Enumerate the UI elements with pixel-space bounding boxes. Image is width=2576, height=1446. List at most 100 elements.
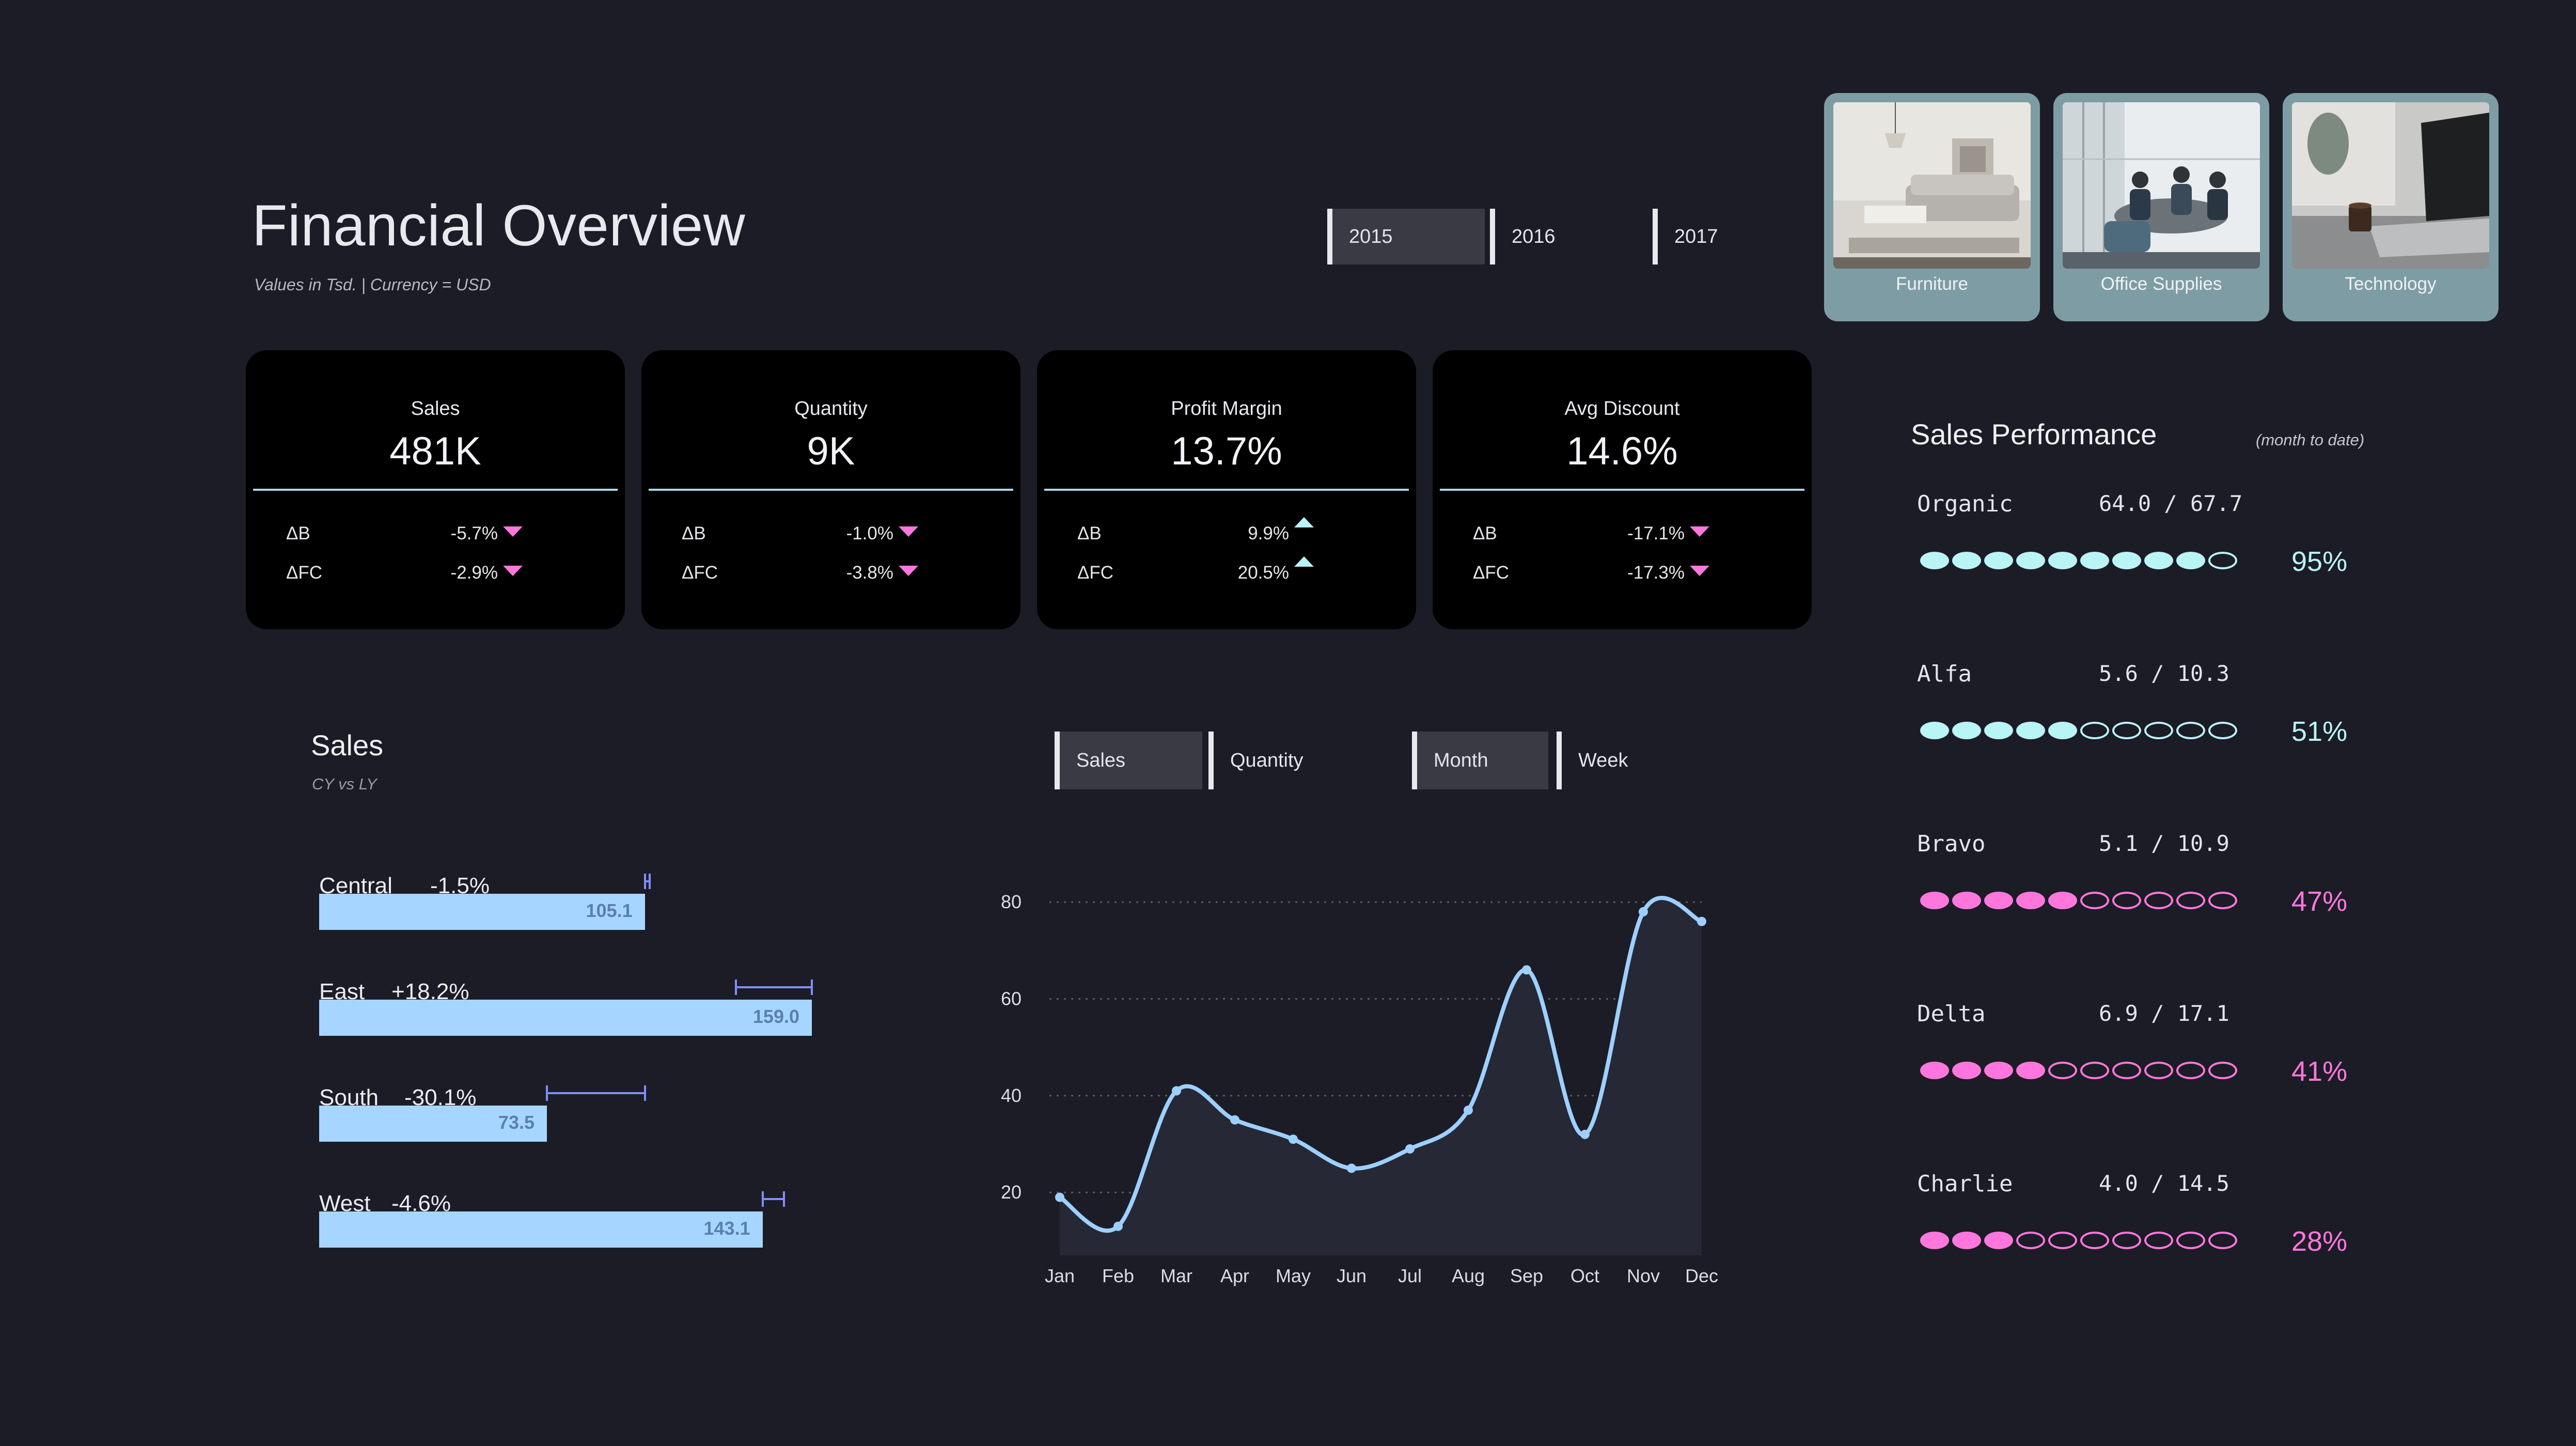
delta-label: ΔB xyxy=(682,523,706,543)
year-label: 2016 xyxy=(1512,225,1556,247)
performance-percent: 95% xyxy=(2291,546,2348,577)
progress-dot-filled xyxy=(2048,552,2077,569)
toggle-label: Week xyxy=(1578,749,1628,771)
progress-dot-empty xyxy=(2176,1062,2205,1079)
category-tile-furniture[interactable]: Furniture xyxy=(1824,93,2040,321)
kpi-title: Quantity xyxy=(794,398,868,419)
sales-region-subtitle: CY vs LY xyxy=(312,775,377,793)
performance-value: 5.1 / 10.9 xyxy=(2099,831,2229,856)
progress-dot-filled xyxy=(1984,722,2013,739)
progress-dots xyxy=(1920,722,2237,739)
kpi-card-sales: Sales 481K ΔB -5.7% ΔFC -2.9% xyxy=(246,350,625,629)
kpi-card-avg-discount: Avg Discount 14.6% ΔB -17.1% ΔFC -17.3% xyxy=(1433,350,1812,629)
performance-value: 64.0 / 67.7 xyxy=(2099,491,2243,516)
progress-dot-empty xyxy=(2144,1232,2173,1249)
progress-dot-filled xyxy=(1952,1232,1981,1249)
progress-dot-empty xyxy=(2112,1062,2141,1079)
triangle-up-icon xyxy=(1294,556,1315,581)
variance-cap xyxy=(783,1191,785,1207)
triangle-up-icon xyxy=(1294,517,1315,542)
progress-dot-empty xyxy=(2208,552,2237,569)
category-tile-technology[interactable]: Technology xyxy=(2283,93,2499,321)
variance-cap xyxy=(644,1085,647,1101)
progress-dot-filled xyxy=(2016,552,2045,569)
year-2015-button[interactable]: 2015 xyxy=(1327,209,1485,265)
category-label: Office Supplies xyxy=(2100,274,2222,294)
progress-dot-empty xyxy=(2112,722,2141,739)
progress-dot-empty xyxy=(2176,1232,2205,1249)
kpi-card-quantity: Quantity 9K ΔB -1.0% ΔFC -3.8% xyxy=(641,350,1020,629)
progress-dot-empty xyxy=(2144,892,2173,909)
triangle-down-icon xyxy=(503,566,524,581)
progress-dot-empty xyxy=(2176,722,2205,739)
performance-name: Delta xyxy=(1917,1001,1986,1027)
kpi-value: 14.6% xyxy=(1566,429,1678,473)
kpi-delta-budget: ΔB -1.0% xyxy=(682,523,919,549)
x-tick-label: Aug xyxy=(1452,1265,1485,1286)
progress-dot-filled xyxy=(1920,892,1949,909)
delta-value: -5.7% xyxy=(450,523,498,543)
category-tile-office-supplies[interactable]: Office Supplies xyxy=(2053,93,2269,321)
kpi-value: 481K xyxy=(389,429,481,473)
performance-name: Organic xyxy=(1917,491,2013,517)
progress-dot-filled xyxy=(2048,892,2077,909)
kpi-delta-forecast: ΔFC -2.9% xyxy=(286,563,524,588)
kpi-delta-budget: ΔB -17.1% xyxy=(1473,523,1710,549)
progress-dot-empty xyxy=(2080,722,2109,739)
chart-point xyxy=(1230,1115,1239,1125)
progress-dot-empty xyxy=(2080,1232,2109,1249)
progress-dot-filled xyxy=(1952,552,1981,569)
progress-dots xyxy=(1920,1062,2237,1079)
measure-quantity-toggle[interactable]: Quantity xyxy=(1208,732,1358,789)
progress-dot-filled xyxy=(1952,892,1981,909)
performance-percent: 41% xyxy=(2291,1056,2348,1087)
performance-name: Charlie xyxy=(1917,1171,2013,1197)
kpi-value: 9K xyxy=(807,429,855,473)
page-title: Financial Overview xyxy=(252,193,746,258)
progress-dot-filled xyxy=(2016,722,2045,739)
progress-dot-empty xyxy=(2016,1232,2045,1249)
chart-point xyxy=(1405,1144,1415,1154)
year-2017-button[interactable]: 2017 xyxy=(1653,209,1810,265)
progress-dot-empty xyxy=(2080,1062,2109,1079)
progress-dot-empty xyxy=(2112,1232,2141,1249)
variance-cap xyxy=(735,979,737,995)
progress-dot-empty xyxy=(2208,892,2237,909)
sales-trend-chart: 20 40 60 80 Jan Feb Mar Apr May Jun Jul Aug Sep Oct No… xyxy=(1001,891,1718,1286)
meeting-photo-icon xyxy=(2063,102,2260,269)
progress-dot-filled xyxy=(2080,552,2109,569)
period-month-toggle[interactable]: Month xyxy=(1412,732,1548,789)
progress-dot-filled xyxy=(1920,722,1949,739)
period-week-toggle[interactable]: Week xyxy=(1557,732,1691,789)
kpi-divider xyxy=(1044,489,1409,491)
progress-dot-filled xyxy=(2176,552,2205,569)
progress-dot-empty xyxy=(2208,1232,2237,1249)
progress-dot-filled xyxy=(2016,892,2045,909)
kpi-delta-forecast: ΔFC -17.3% xyxy=(1473,563,1710,588)
variance-line xyxy=(736,986,812,988)
variance-line xyxy=(547,1092,646,1094)
y-tick-label: 60 xyxy=(1001,988,1022,1009)
performance-percent: 28% xyxy=(2291,1226,2348,1257)
y-tick-label: 20 xyxy=(1001,1181,1022,1203)
kpi-title: Avg Discount xyxy=(1564,398,1680,419)
delta-label: ΔFC xyxy=(1077,563,1114,583)
kpi-delta-forecast: ΔFC -3.8% xyxy=(682,563,919,588)
y-tick-label: 40 xyxy=(1001,1085,1022,1106)
progress-dots xyxy=(1920,1232,2237,1249)
progress-dot-empty xyxy=(2080,892,2109,909)
chart-point xyxy=(1113,1221,1123,1231)
measure-sales-toggle[interactable]: Sales xyxy=(1055,732,1202,789)
variance-cap xyxy=(546,1085,548,1101)
progress-dots xyxy=(1920,892,2237,909)
progress-dot-empty xyxy=(2144,722,2173,739)
chart-point xyxy=(1697,916,1706,926)
performance-title: Sales Performance xyxy=(1911,418,2157,450)
performance-list: Organic 64.0 / 67.7 95% Alfa 5.6 / 10.3 51% Br… xyxy=(1911,491,2479,1276)
region-bar-value: 143.1 xyxy=(703,1218,750,1239)
page-subtitle: Values in Tsd. | Currency = USD xyxy=(254,275,491,294)
performance-subtitle: (month to date) xyxy=(2256,431,2365,449)
progress-dot-filled xyxy=(2016,1062,2045,1079)
progress-dot-filled xyxy=(1984,1062,2013,1079)
year-2016-button[interactable]: 2016 xyxy=(1490,209,1647,265)
